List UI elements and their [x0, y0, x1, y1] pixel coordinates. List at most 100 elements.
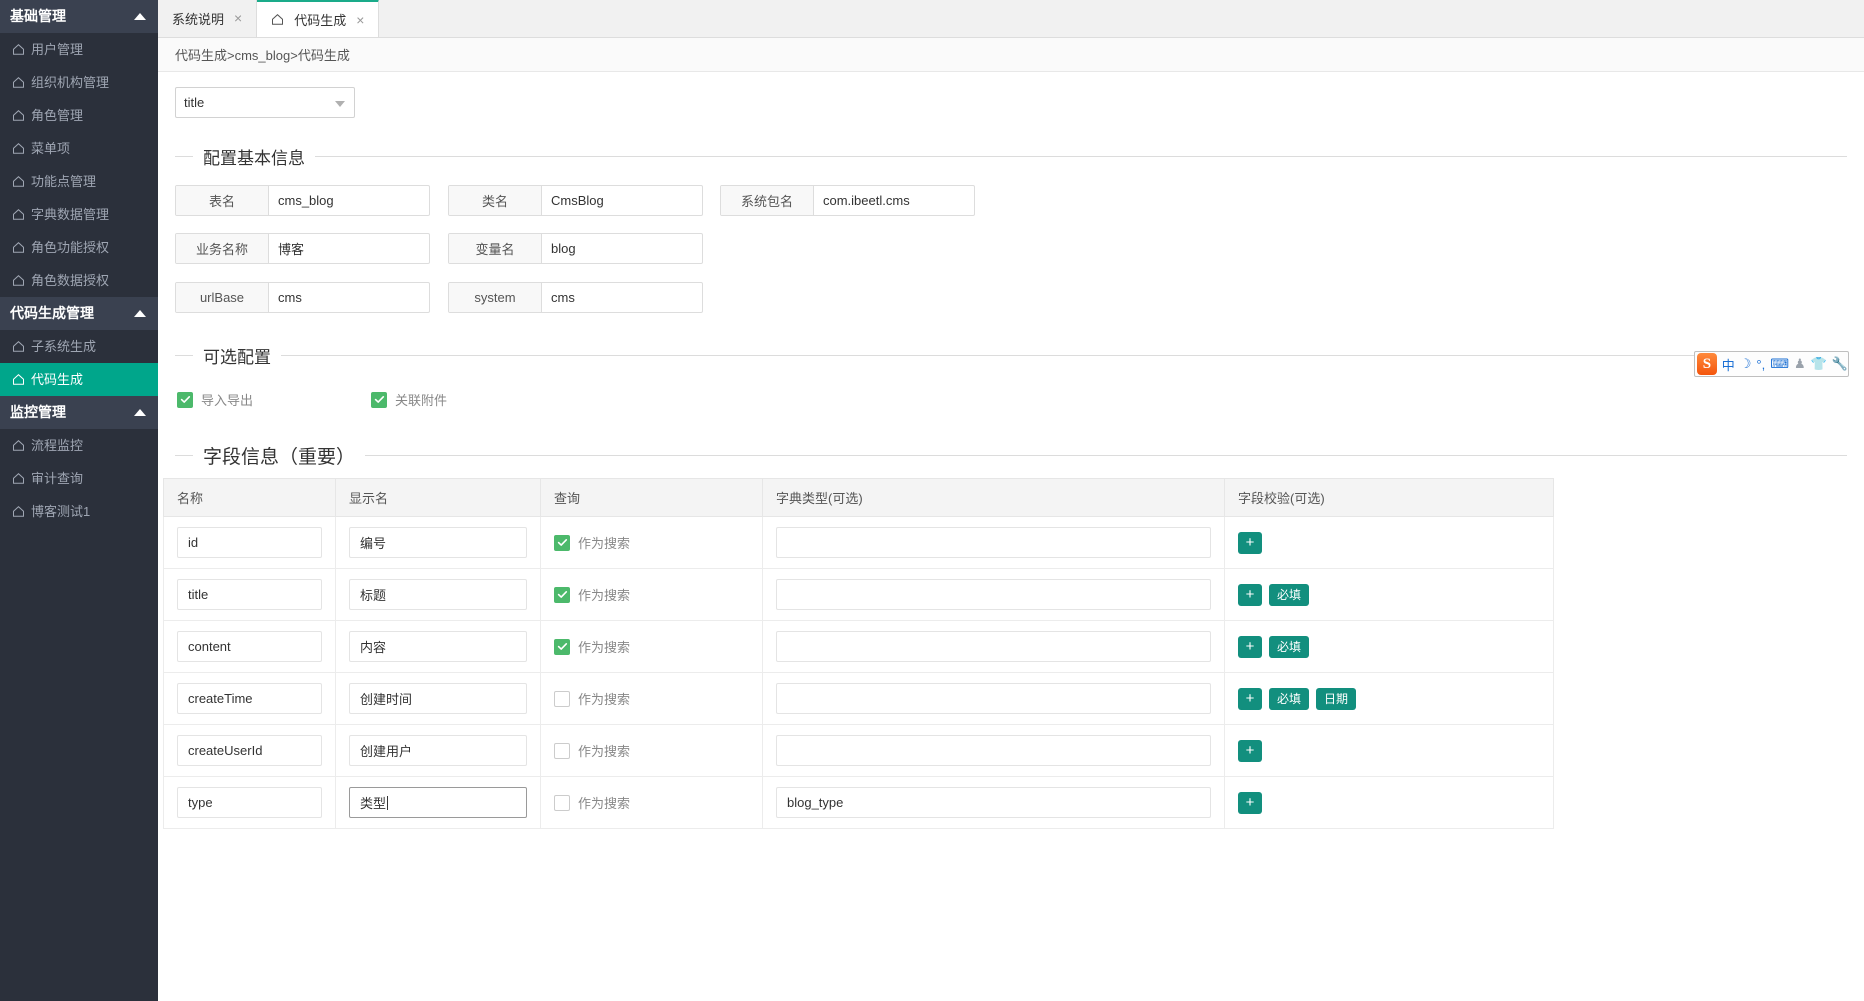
dict-type-input[interactable]: [776, 683, 1211, 714]
table-col-header-4: 字段校验(可选): [1225, 479, 1554, 517]
skin-icon[interactable]: 👕: [1811, 356, 1827, 372]
sidebar-group-0[interactable]: 基础管理: [0, 0, 158, 33]
sidebar-item-0-4[interactable]: 功能点管理: [0, 165, 158, 198]
keyboard-icon[interactable]: ⌨: [1770, 356, 1789, 372]
user-icon[interactable]: ♟: [1794, 356, 1806, 372]
sogou-logo-icon[interactable]: S: [1697, 353, 1717, 375]
table-select[interactable]: title: [175, 87, 355, 118]
sidebar-item-2-0[interactable]: 流程监控: [0, 429, 158, 462]
search-checkbox-row[interactable]: 作为搜索: [554, 533, 749, 552]
field-name-input[interactable]: content: [177, 631, 322, 662]
search-checkbox-row[interactable]: 作为搜索: [554, 689, 749, 708]
add-validation-button[interactable]: +: [1238, 740, 1262, 762]
checkbox-icon[interactable]: [177, 392, 193, 408]
field-table-name[interactable]: 表名 cms_blog: [175, 185, 430, 216]
search-checkbox-row[interactable]: 作为搜索: [554, 637, 749, 656]
search-checkbox-row[interactable]: 作为搜索: [554, 741, 749, 760]
sidebar-group-1[interactable]: 代码生成管理: [0, 297, 158, 330]
sidebar-group-label: 监控管理: [10, 396, 66, 429]
field-display-input[interactable]: 类型: [349, 787, 527, 818]
sidebar-item-0-0[interactable]: 用户管理: [0, 33, 158, 66]
dict-type-input[interactable]: [776, 735, 1211, 766]
add-validation-button[interactable]: +: [1238, 532, 1262, 554]
field-name-input[interactable]: title: [177, 579, 322, 610]
chinese-mode-icon[interactable]: 中: [1722, 355, 1735, 374]
field-name-input[interactable]: id: [177, 527, 322, 558]
close-icon[interactable]: ×: [356, 13, 364, 27]
moon-icon[interactable]: ☽: [1740, 356, 1752, 372]
sidebar-item-0-5[interactable]: 字典数据管理: [0, 198, 158, 231]
sidebar-item-2-1[interactable]: 审计查询: [0, 462, 158, 495]
field-class-name-value[interactable]: CmsBlog: [542, 186, 702, 215]
field-info-table: 名称显示名查询字典类型(可选)字段校验(可选) id编号作为搜索+title标题…: [163, 478, 1554, 829]
field-display-input[interactable]: 内容: [349, 631, 527, 662]
field-package-name-value[interactable]: com.ibeetl.cms: [814, 186, 974, 215]
optional-checkbox-1[interactable]: 关联附件: [371, 390, 447, 409]
sidebar-item-1-0[interactable]: 子系统生成: [0, 330, 158, 363]
checkbox-icon[interactable]: [554, 535, 570, 551]
sidebar-group-2[interactable]: 监控管理: [0, 396, 158, 429]
field-display-input[interactable]: 创建用户: [349, 735, 527, 766]
ime-toolbar[interactable]: S 中 ☽ °, ⌨ ♟ 👕 🔧: [1694, 351, 1849, 377]
home-icon: [12, 340, 25, 353]
field-business-name-value[interactable]: 博客: [269, 234, 429, 263]
add-validation-button[interactable]: +: [1238, 636, 1262, 658]
punctuation-icon[interactable]: °,: [1756, 357, 1765, 372]
field-display-input[interactable]: 创建时间: [349, 683, 527, 714]
checkbox-icon[interactable]: [554, 691, 570, 707]
optional-checkbox-group: 导入导出 关联附件: [177, 390, 447, 409]
validation-tag-0[interactable]: 必填: [1269, 636, 1309, 658]
checkbox-icon[interactable]: [554, 639, 570, 655]
dict-type-input[interactable]: [776, 631, 1211, 662]
wrench-icon[interactable]: 🔧: [1832, 356, 1848, 372]
tab-0[interactable]: 系统说明×: [158, 0, 257, 37]
dict-type-input[interactable]: [776, 527, 1211, 558]
field-variable-name[interactable]: 变量名 blog: [448, 233, 703, 264]
divider-right: [365, 455, 1847, 456]
field-urlbase-value[interactable]: cms: [269, 283, 429, 312]
field-variable-name-value[interactable]: blog: [542, 234, 702, 263]
field-urlbase[interactable]: urlBase cms: [175, 282, 430, 313]
validation-tag-0[interactable]: 必填: [1269, 584, 1309, 606]
field-system[interactable]: system cms: [448, 282, 703, 313]
sidebar-item-0-2[interactable]: 角色管理: [0, 99, 158, 132]
search-checkbox-row[interactable]: 作为搜索: [554, 585, 749, 604]
home-icon: [12, 274, 25, 287]
checkbox-icon[interactable]: [554, 587, 570, 603]
add-validation-button[interactable]: +: [1238, 792, 1262, 814]
field-table-name-value[interactable]: cms_blog: [269, 186, 429, 215]
sidebar-item-0-1[interactable]: 组织机构管理: [0, 66, 158, 99]
field-package-name[interactable]: 系统包名 com.ibeetl.cms: [720, 185, 975, 216]
search-checkbox-row[interactable]: 作为搜索: [554, 793, 749, 812]
sidebar-item-label: 博客测试1: [31, 495, 90, 528]
table-row: id 编号 作为搜索 +: [164, 517, 1554, 569]
add-validation-button[interactable]: +: [1238, 688, 1262, 710]
checkbox-icon[interactable]: [554, 743, 570, 759]
dict-type-input[interactable]: [776, 579, 1211, 610]
sidebar-item-0-3[interactable]: 菜单项: [0, 132, 158, 165]
field-class-name[interactable]: 类名 CmsBlog: [448, 185, 703, 216]
validation-tag-1[interactable]: 日期: [1316, 688, 1356, 710]
field-name-input[interactable]: type: [177, 787, 322, 818]
cell-dict: [763, 673, 1225, 725]
sidebar-group-label: 代码生成管理: [10, 297, 94, 330]
field-name-input[interactable]: createUserId: [177, 735, 322, 766]
add-validation-button[interactable]: +: [1238, 584, 1262, 606]
validation-tag-0[interactable]: 必填: [1269, 688, 1309, 710]
dict-type-input[interactable]: blog_type: [776, 787, 1211, 818]
field-display-input[interactable]: 编号: [349, 527, 527, 558]
sidebar-item-2-2[interactable]: 博客测试1: [0, 495, 158, 528]
tab-1[interactable]: 代码生成×: [257, 0, 379, 37]
optional-checkbox-0[interactable]: 导入导出: [177, 390, 253, 409]
sidebar-item-0-6[interactable]: 角色功能授权: [0, 231, 158, 264]
cell-search: 作为搜索: [541, 621, 763, 673]
checkbox-icon[interactable]: [371, 392, 387, 408]
field-name-input[interactable]: createTime: [177, 683, 322, 714]
field-system-value[interactable]: cms: [542, 283, 702, 312]
checkbox-icon[interactable]: [554, 795, 570, 811]
sidebar-item-0-7[interactable]: 角色数据授权: [0, 264, 158, 297]
field-business-name[interactable]: 业务名称 博客: [175, 233, 430, 264]
sidebar-item-1-1[interactable]: 代码生成: [0, 363, 158, 396]
field-display-input[interactable]: 标题: [349, 579, 527, 610]
close-icon[interactable]: ×: [234, 11, 242, 25]
